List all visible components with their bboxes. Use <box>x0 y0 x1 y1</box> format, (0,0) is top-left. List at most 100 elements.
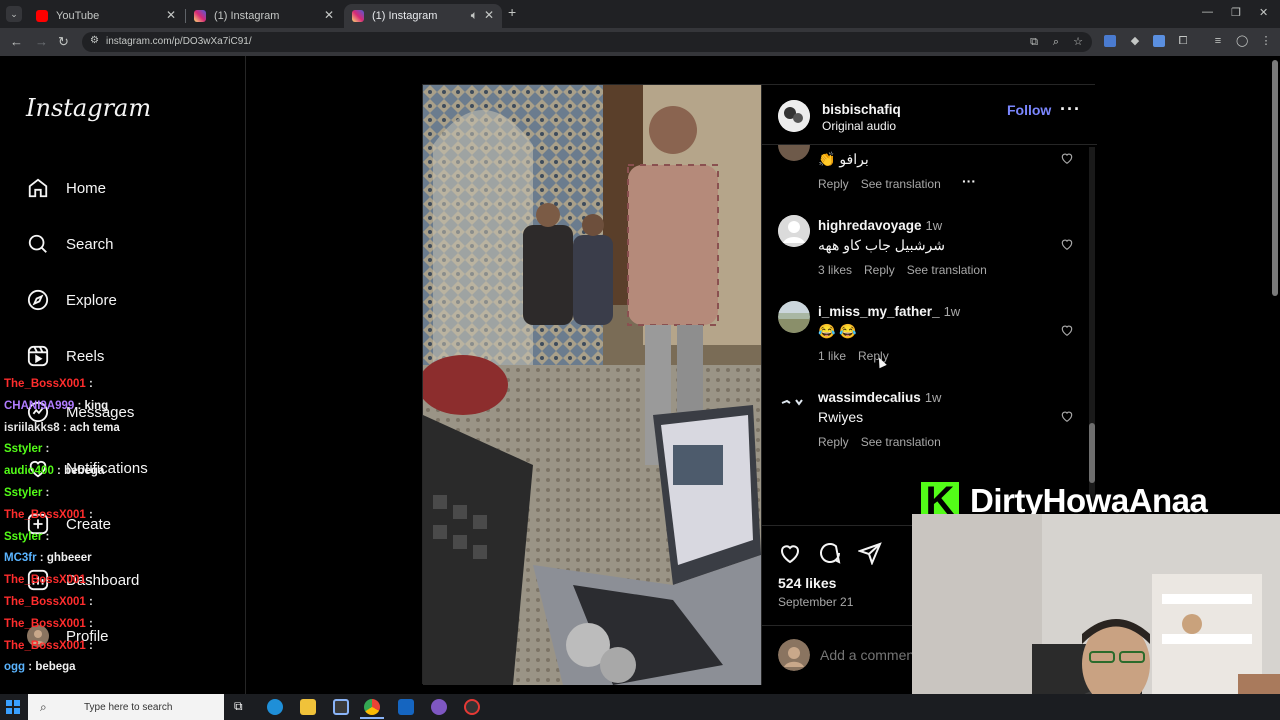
like-heart-icon[interactable] <box>778 541 802 565</box>
comment-username[interactable]: highredavoyage <box>818 218 922 233</box>
sidebar-item-search[interactable]: Search <box>26 230 114 258</box>
chat-username[interactable]: The_BossX001 <box>4 509 86 521</box>
restore-button[interactable]: ❐ <box>1231 6 1241 19</box>
tab-instagram-active[interactable]: (1) Instagram 🔈︎ ✕ <box>344 4 502 28</box>
minimize-button[interactable]: — <box>1202 6 1213 18</box>
tab-title: YouTube <box>56 10 100 22</box>
comment-header: highredavoyage 1w <box>818 217 942 235</box>
store-icon[interactable] <box>333 699 349 715</box>
like-comment-heart-icon[interactable] <box>1060 151 1074 165</box>
chat-message: isriilakks8 : ach tema <box>4 421 120 434</box>
forward-button[interactable]: → <box>35 34 48 49</box>
site-info-icon[interactable]: ⚙ <box>90 35 99 46</box>
chrome-icon[interactable] <box>364 699 380 715</box>
chat-username[interactable]: Sstyler <box>4 487 42 499</box>
chat-username[interactable]: ogg <box>4 661 25 673</box>
author-avatar[interactable] <box>778 100 810 132</box>
extension-icon[interactable] <box>1153 35 1165 47</box>
like-comment-heart-icon[interactable] <box>1060 323 1074 337</box>
commenter-avatar[interactable] <box>778 145 810 161</box>
commenter-avatar[interactable] <box>778 301 810 333</box>
reading-list-icon[interactable]: ≡ <box>1212 35 1224 47</box>
install-app-icon[interactable]: ⧉ <box>1028 36 1040 48</box>
commenter-avatar[interactable] <box>778 215 810 247</box>
chat-username[interactable]: audio400 <box>4 465 54 477</box>
see-translation-button[interactable]: See translation <box>861 435 941 449</box>
windows-taskbar: ⌕ Type here to search ⧉ <box>0 694 1280 720</box>
chat-username[interactable]: The_BossX001 <box>4 378 86 390</box>
comment-options-icon[interactable]: ··· <box>962 173 976 189</box>
chat-username[interactable]: The_BossX001 <box>4 640 86 652</box>
chat-username[interactable]: Sstyler <box>4 531 42 543</box>
chat-username[interactable]: The_BossX001 <box>4 574 86 586</box>
sidebar-item-label: Explore <box>66 291 117 309</box>
extension-diamond-icon[interactable]: ◆ <box>1129 35 1141 47</box>
comment-time: 1w <box>943 304 961 319</box>
speaker-icon[interactable]: 🔈︎ <box>471 8 478 23</box>
obs-icon[interactable] <box>464 699 480 715</box>
comment-bubble-icon[interactable] <box>818 541 842 565</box>
share-send-icon[interactable] <box>858 541 882 565</box>
sidebar-item-home[interactable]: Home <box>26 174 106 202</box>
profile-icon[interactable]: ◯ <box>1236 35 1248 47</box>
current-user-avatar <box>778 639 810 671</box>
zoom-icon[interactable]: ⌕ <box>1050 36 1062 48</box>
reload-button[interactable]: ↻ <box>58 34 69 50</box>
app-icon[interactable] <box>431 699 447 715</box>
tab-youtube[interactable]: YouTube ✕ <box>28 4 184 28</box>
windows-start-icon[interactable] <box>6 700 20 714</box>
tab-close-icon[interactable]: ✕ <box>324 8 334 22</box>
comment-username[interactable]: wassimdecalius <box>818 390 921 405</box>
sidebar-item-label: Home <box>66 179 107 197</box>
comment-username[interactable]: i_miss_my_father_ <box>818 304 940 319</box>
tab-search-button[interactable]: ⌄ <box>6 6 22 22</box>
author-username[interactable]: bisbischafiq <box>822 102 901 117</box>
chat-username[interactable]: The_BossX001 <box>4 618 86 630</box>
post-video[interactable] <box>423 85 761 685</box>
chat-username[interactable]: Sstyler <box>4 443 42 455</box>
taskbar-search-box[interactable]: ⌕ Type here to search <box>28 694 224 720</box>
audio-label[interactable]: Original audio <box>822 119 896 133</box>
tab-close-icon[interactable]: ✕ <box>166 8 176 22</box>
comment-likes[interactable]: 3 likes <box>818 263 852 277</box>
like-comment-heart-icon[interactable] <box>1060 237 1074 251</box>
file-explorer-icon[interactable] <box>300 699 316 715</box>
task-view-icon[interactable]: ⧉ <box>234 699 250 715</box>
new-tab-button[interactable]: + <box>508 4 516 20</box>
sidebar-item-label: Search <box>66 235 114 253</box>
chat-username[interactable]: The_BossX001 <box>4 596 86 608</box>
sidebar-item-reels[interactable]: Reels <box>26 342 104 370</box>
sidebar-item-explore[interactable]: Explore <box>26 286 117 314</box>
reply-button[interactable]: Reply <box>818 177 849 191</box>
bookmark-star-icon[interactable]: ☆ <box>1072 36 1084 48</box>
close-window-button[interactable]: ✕ <box>1259 6 1268 19</box>
comments-scrollbar[interactable] <box>1089 147 1095 527</box>
outlook-icon[interactable] <box>398 699 414 715</box>
instagram-logo[interactable]: Instagram <box>26 94 151 122</box>
reply-button[interactable]: Reply <box>864 263 895 277</box>
see-translation-button[interactable]: See translation <box>907 263 987 277</box>
chat-username[interactable]: MC3fr <box>4 552 37 564</box>
reply-button[interactable]: Reply <box>818 435 849 449</box>
webcam-image <box>912 514 1280 720</box>
address-bar[interactable]: ⚙ instagram.com/p/DO3wXa7iC91/ ⧉ ⌕ ☆ <box>82 32 1092 52</box>
menu-icon[interactable]: ⋮ <box>1260 35 1272 47</box>
translate-extension-icon[interactable] <box>1104 35 1116 47</box>
chat-message: The_BossX001 : <box>4 595 93 608</box>
follow-button[interactable]: Follow <box>1007 102 1051 118</box>
chat-username[interactable]: CHANI9A999 <box>4 400 74 412</box>
chat-username[interactable]: isriilakks8 <box>4 422 60 434</box>
extensions-puzzle-icon[interactable]: ⧠ <box>1177 35 1189 47</box>
like-comment-heart-icon[interactable] <box>1060 409 1074 423</box>
tab-close-icon[interactable]: ✕ <box>484 8 494 22</box>
likes-count[interactable]: 524 likes <box>778 575 836 591</box>
commenter-avatar[interactable] <box>778 387 810 419</box>
edge-icon[interactable] <box>267 699 283 715</box>
tab-instagram-1[interactable]: (1) Instagram ✕ <box>186 4 342 28</box>
comment-likes[interactable]: 1 like <box>818 349 846 363</box>
tab-title: (1) Instagram <box>372 10 438 22</box>
back-button[interactable]: ← <box>10 34 23 49</box>
more-options-icon[interactable]: ··· <box>1060 99 1081 120</box>
see-translation-button[interactable]: See translation <box>861 177 941 191</box>
page-scrollbar[interactable] <box>1272 60 1278 296</box>
